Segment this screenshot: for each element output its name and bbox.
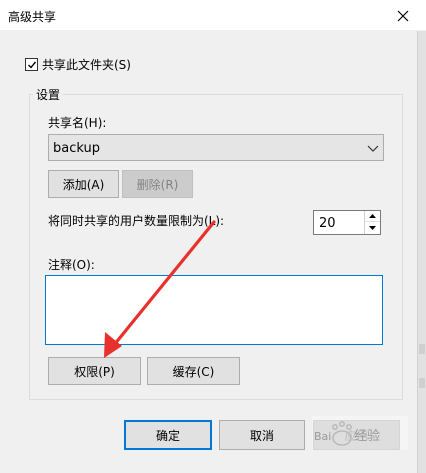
cache-button[interactable]: 缓存(C) (147, 357, 240, 385)
share-folder-label: 共享此文件夹(S) (42, 58, 131, 72)
add-button[interactable]: 添加(A) (48, 170, 119, 198)
share-name-combobox[interactable]: backup (48, 134, 384, 161)
baidu-jingyan-watermark: 经验 Bai (312, 416, 408, 450)
svg-text:Bai: Bai (314, 430, 331, 443)
chevron-down-icon[interactable] (367, 142, 379, 154)
permissions-button[interactable]: 权限(P) (48, 357, 141, 385)
share-name-value: backup (53, 141, 100, 156)
comment-label: 注释(O): (48, 258, 95, 272)
spin-buttons (364, 211, 380, 234)
checkmark-icon (27, 61, 36, 69)
comment-textarea[interactable] (45, 275, 383, 345)
share-name-label: 共享名(H): (48, 116, 107, 130)
ok-button[interactable]: 确定 (124, 420, 212, 450)
share-folder-checkbox-row[interactable]: 共享此文件夹(S) (25, 56, 131, 73)
title-bar: 高级共享 (0, 0, 426, 31)
settings-group-title: 设置 (33, 86, 64, 103)
svg-text:经验: 经验 (354, 428, 380, 444)
window-title: 高级共享 (8, 10, 57, 24)
user-limit-spinbox[interactable]: 20 (313, 210, 381, 235)
user-limit-value[interactable]: 20 (319, 216, 336, 231)
user-limit-label: 将同时共享的用户数量限制为(L): (48, 214, 225, 228)
spin-up-button[interactable] (365, 211, 380, 222)
spin-down-icon (369, 225, 376, 230)
cancel-button[interactable]: 取消 (219, 420, 305, 450)
share-folder-checkbox[interactable] (25, 58, 38, 71)
close-button[interactable] (380, 0, 426, 31)
background-window-edge (417, 31, 426, 473)
remove-button[interactable]: 删除(R) (122, 170, 193, 198)
close-icon (397, 10, 409, 21)
spin-down-button[interactable] (365, 222, 380, 233)
spin-up-icon (369, 214, 376, 218)
